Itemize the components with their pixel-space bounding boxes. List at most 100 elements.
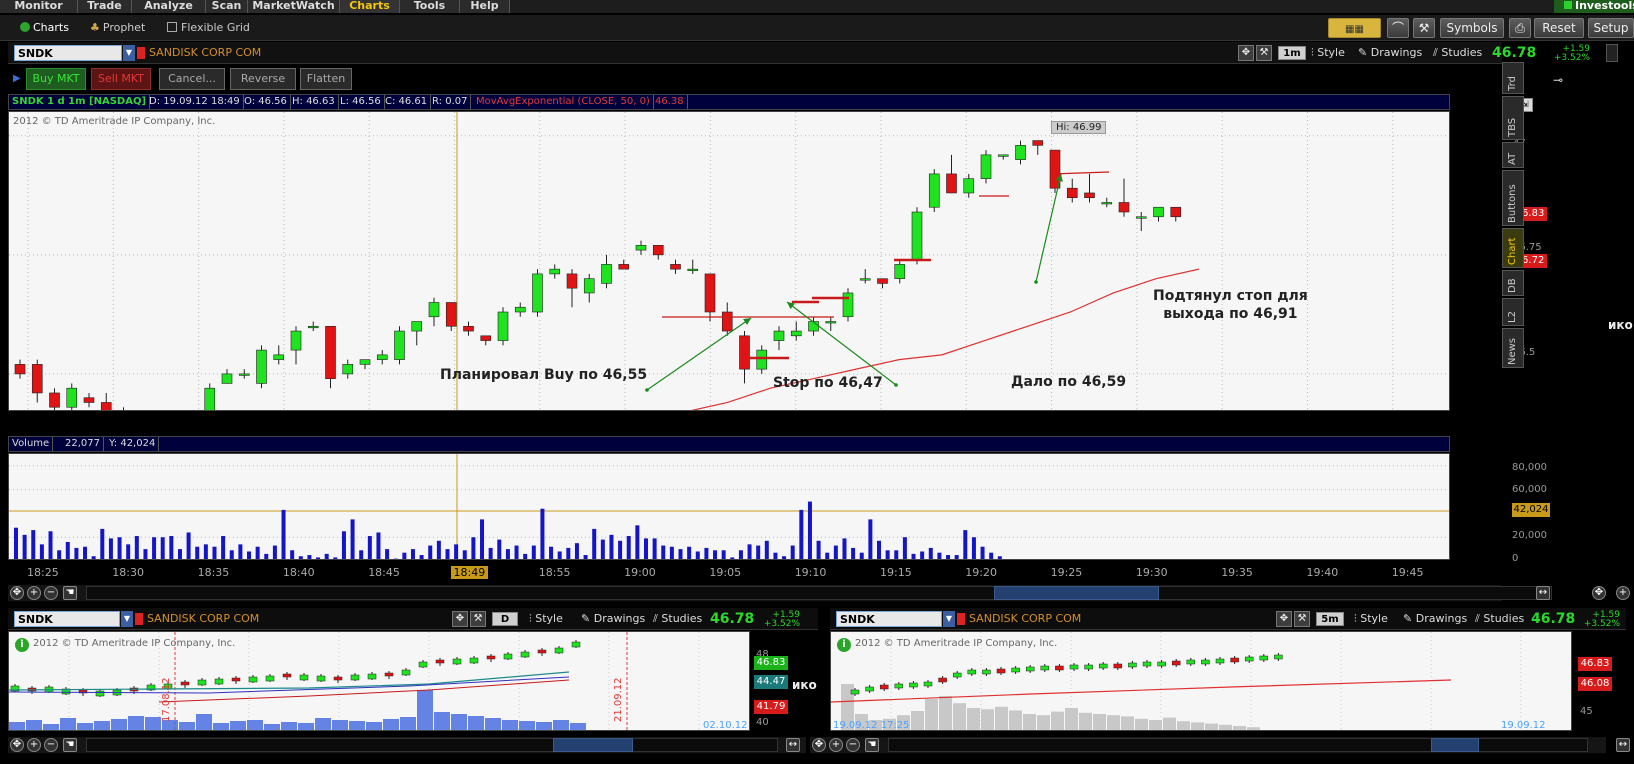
candle-up (1153, 206, 1164, 218)
volume-bar (868, 519, 873, 559)
main-symbol-bar: SNDK ▼ SANDISK CORP COM ✥ ⚒ 1m ⫶ Style ✎… (8, 42, 1536, 64)
bl-studies-menu[interactable]: ⫽ Studies (653, 612, 702, 626)
volume-bar (902, 537, 907, 559)
side-tab-trd[interactable]: Trd (1502, 62, 1524, 94)
expand-arrow-icon[interactable]: ▶ (13, 73, 21, 84)
flatten-button[interactable]: Flatten (300, 68, 352, 90)
style-menu[interactable]: ⫶ Style (1311, 46, 1345, 60)
br-drawings-menu[interactable]: ✎ Drawings (1403, 612, 1467, 625)
symbol-dropdown-icon[interactable]: ▼ (123, 45, 135, 61)
bl-price-tag-1: 44.47 (754, 675, 788, 689)
volume-pane[interactable] (8, 453, 1450, 560)
drawings-menu[interactable]: ✎ Drawings (1358, 46, 1422, 59)
bl-symbol-dropdown-icon[interactable]: ▼ (121, 611, 133, 627)
layout-grid-button[interactable]: ▦▦ (1328, 18, 1381, 38)
prophet-tab[interactable]: ♣ Prophet (90, 20, 145, 36)
symbol-input[interactable]: SNDK (14, 45, 122, 61)
bl-zoom-in-icon[interactable]: + (27, 738, 41, 752)
crosshair-icon[interactable]: ✥ (1238, 45, 1254, 61)
zoom-in-icon-right[interactable]: + (1616, 586, 1630, 600)
cancel-button[interactable]: Cancel... (159, 68, 225, 90)
menu-tab-monitor[interactable]: Monitor (0, 0, 78, 13)
br-style-menu[interactable]: ⫶ Style (1354, 612, 1388, 626)
charts-tab[interactable]: Charts (20, 20, 69, 36)
bottom-right-chart-pane[interactable]: i 2012 © TD Ameritrade IP Company, Inc. … (830, 631, 1572, 731)
bl-crosshair-icon[interactable]: ✥ (452, 611, 468, 627)
studies-menu[interactable]: ⫽ Studies (1433, 46, 1482, 60)
menu-tab-scan[interactable]: Scan (206, 0, 248, 13)
setup-button[interactable]: Setup (1588, 18, 1634, 38)
expand-horizontal-icon[interactable]: ↔ (1536, 586, 1550, 600)
pan-icon-right[interactable]: ✥ (1592, 586, 1606, 600)
main-scroll-thumb[interactable] (994, 586, 1159, 600)
bl-pan-icon[interactable]: ✥ (10, 738, 24, 752)
menu-tab-marketwatch[interactable]: MarketWatch (248, 0, 340, 13)
volume-bar (264, 553, 269, 559)
pan-icon[interactable]: ✥ (10, 586, 24, 600)
bl-drawings-menu[interactable]: ✎ Drawings (581, 612, 645, 625)
flexible-grid-tab[interactable]: Flexible Grid (167, 20, 250, 36)
main-horizontal-scrollbar[interactable] (86, 586, 1552, 600)
br-pan-icon[interactable]: ✥ (812, 738, 826, 752)
br-studies-menu[interactable]: ⫽ Studies (1475, 612, 1524, 626)
settings-wrench-icon[interactable]: ⚒ (1256, 45, 1272, 61)
bl-aggregation-button[interactable]: D (492, 612, 518, 626)
br-hand-icon[interactable]: ☚ (865, 738, 879, 752)
br-wrench-icon[interactable]: ⚒ (1294, 611, 1310, 627)
br-net-change-percent: +3.52% (1583, 619, 1620, 629)
br-symbol-dropdown-icon[interactable]: ▼ (943, 611, 955, 627)
br-crosshair-icon[interactable]: ✥ (1276, 611, 1292, 627)
menu-tab-tools[interactable]: Tools (400, 0, 460, 13)
buy-mkt-button[interactable]: Buy MKT (26, 68, 86, 90)
price-chart-pane[interactable]: 2012 © TD Ameritrade IP Company, Inc. Hi… (8, 111, 1450, 411)
sell-mkt-button[interactable]: Sell MKT (91, 68, 151, 90)
menu-tab-trade[interactable]: Trade (78, 0, 132, 13)
bl-candle-down (231, 677, 241, 682)
br-volume-bar (967, 708, 980, 730)
side-tab-news[interactable]: News (1502, 328, 1524, 368)
symbols-button[interactable]: Symbols (1440, 18, 1504, 38)
hand-icon[interactable]: ☚ (63, 586, 77, 600)
br-info-icon[interactable]: i (837, 638, 851, 652)
zoom-in-icon[interactable]: + (27, 586, 41, 600)
bl-hand-icon[interactable]: ☚ (63, 738, 77, 752)
side-tab-l2[interactable]: L2 (1502, 298, 1524, 326)
br-zoom-out-icon[interactable]: − (846, 738, 860, 752)
menu-tab-charts[interactable]: Charts (340, 0, 400, 13)
bottom-left-chart-pane[interactable]: i 2012 © TD Ameritrade IP Company, Inc. … (8, 631, 750, 731)
zoom-out-icon[interactable]: − (44, 586, 58, 600)
bl-candle-up (95, 690, 105, 697)
bl-expand-icon[interactable]: ↔ (786, 738, 800, 752)
reset-button[interactable]: Reset (1534, 18, 1584, 38)
bl-symbol-input[interactable]: SNDK (14, 611, 120, 627)
bl-zoom-out-icon[interactable]: − (44, 738, 58, 752)
bl-scroll-thumb[interactable] (553, 738, 633, 752)
menu-tab-analyze[interactable]: Analyze (132, 0, 206, 13)
side-tab-buttons[interactable]: Buttons (1502, 170, 1524, 226)
br-horizontal-scrollbar[interactable] (888, 738, 1588, 752)
br-aggregation-button[interactable]: 5m (1316, 612, 1344, 626)
bl-wrench-icon[interactable]: ⚒ (470, 611, 486, 627)
side-tab-tbs[interactable]: TBS (1502, 96, 1524, 140)
bl-style-menu[interactable]: ⫶ Style (529, 612, 563, 626)
bl-candle-up (350, 674, 360, 681)
link-button[interactable]: ⌒ (1387, 18, 1409, 38)
collapse-icon[interactable]: ⊸ (1553, 73, 1563, 87)
side-tab-at[interactable]: AT (1502, 142, 1524, 168)
panel-scroll-icon[interactable] (1606, 44, 1618, 62)
volume-bar (549, 546, 554, 559)
br-expand-icon[interactable]: ↔ (1616, 738, 1630, 752)
print-button[interactable]: ⎙ (1509, 18, 1531, 38)
bl-horizontal-scrollbar[interactable] (86, 738, 778, 752)
menu-tab-help[interactable]: Help (460, 0, 510, 13)
tools-button[interactable]: ⚒ (1413, 18, 1435, 38)
br-scroll-thumb[interactable] (1431, 738, 1479, 752)
aggregation-button[interactable]: 1m (1278, 46, 1306, 60)
side-tab-chart[interactable]: Chart (1502, 228, 1524, 268)
br-symbol-input[interactable]: SNDK (836, 611, 942, 627)
side-tab-db[interactable]: DB (1502, 270, 1524, 296)
reverse-button[interactable]: Reverse (230, 68, 296, 90)
volume-bar (842, 538, 847, 559)
bl-info-icon[interactable]: i (15, 638, 29, 652)
br-zoom-in-icon[interactable]: + (829, 738, 843, 752)
